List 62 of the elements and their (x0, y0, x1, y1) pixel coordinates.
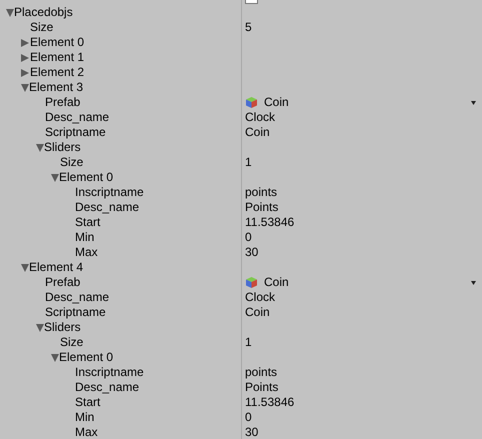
field-label: Size (60, 155, 84, 170)
collapse-triangle-icon[interactable] (36, 324, 44, 332)
foldout-label[interactable]: Sliders (44, 140, 81, 155)
value-field[interactable]: 11.53846 (245, 395, 294, 410)
value-field[interactable]: Coin (245, 305, 270, 320)
value-field[interactable]: Points (245, 200, 278, 215)
value-field[interactable]: Clock (245, 290, 276, 305)
foldout-label[interactable]: Element 3 (29, 80, 84, 95)
foldout-label[interactable]: Element 0 (59, 170, 114, 185)
dropdown-arrow-icon (471, 100, 476, 104)
field-label: Max (75, 425, 98, 439)
field-label: Inscriptname (75, 365, 144, 380)
collapse-triangle-icon[interactable] (21, 84, 29, 92)
value-field[interactable]: 30 (245, 245, 258, 260)
expand-triangle-icon[interactable] (21, 38, 29, 46)
object-field[interactable]: Coin (245, 275, 482, 290)
field-label: Max (75, 245, 98, 260)
field-label: Desc_name (45, 290, 110, 305)
cube-icon (245, 96, 258, 109)
collapse-triangle-icon[interactable] (21, 264, 29, 272)
object-field[interactable]: Coin (245, 95, 482, 110)
foldout-label[interactable]: Element 1 (30, 50, 84, 65)
value-field[interactable]: Clock (245, 110, 276, 125)
collapse-triangle-icon[interactable] (6, 8, 14, 16)
field-label: Prefab (45, 275, 80, 290)
foldout-label[interactable]: Element 0 (30, 35, 84, 50)
collapse-triangle-icon[interactable] (36, 144, 44, 152)
value-field[interactable]: 0 (245, 230, 252, 245)
foldout-label[interactable]: Placedobjs (14, 5, 73, 20)
value-field[interactable]: points (245, 365, 278, 380)
field-label: Desc_name (45, 110, 110, 125)
value-field[interactable]: 1 (245, 155, 252, 170)
value-field[interactable]: points (245, 185, 278, 200)
field-label: Desc_name (75, 200, 140, 215)
field-label: Min (75, 230, 94, 245)
expand-triangle-icon[interactable] (21, 68, 29, 76)
field-label: Start (75, 395, 100, 410)
field-label: Prefab (45, 95, 80, 110)
value-field[interactable]: Coin (245, 125, 270, 140)
field-label: Size (30, 20, 54, 35)
field-label: Desc_name (75, 380, 140, 395)
value-field[interactable]: Points (245, 380, 278, 395)
value-field[interactable]: 5 (245, 20, 252, 35)
foldout-label[interactable]: Element 0 (59, 350, 114, 365)
collapse-triangle-icon[interactable] (51, 354, 59, 362)
value-field[interactable]: 0 (245, 410, 252, 425)
field-label: Scriptname (45, 305, 106, 320)
value-field[interactable]: 11.53846 (245, 215, 294, 230)
value-field[interactable]: 30 (245, 425, 258, 439)
dropdown-arrow-icon (471, 280, 476, 284)
field-label: Inscriptname (75, 185, 144, 200)
collapse-triangle-icon[interactable] (51, 174, 59, 182)
cube-icon (245, 276, 258, 289)
expand-triangle-icon[interactable] (21, 54, 29, 62)
field-label: Min (75, 410, 94, 425)
field-label: Start (75, 215, 100, 230)
foldout-label[interactable]: Element 2 (30, 65, 84, 80)
foldout-label[interactable]: Element 4 (29, 260, 84, 275)
field-label: Scriptname (45, 125, 106, 140)
foldout-label[interactable]: Sliders (44, 320, 81, 335)
value-field[interactable]: 1 (245, 335, 252, 350)
field-label: Size (60, 335, 84, 350)
